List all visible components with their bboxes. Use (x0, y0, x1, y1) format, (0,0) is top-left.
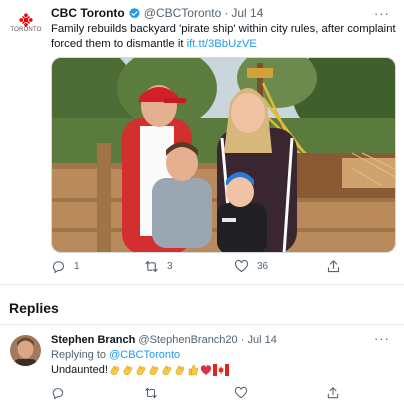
family-photo-image (52, 58, 395, 252)
heart-icon[interactable] (234, 386, 248, 400)
separator-dot: · (224, 6, 229, 20)
divider (0, 324, 404, 325)
cbc-toronto-avatar[interactable]: TORONTO (8, 11, 44, 47)
red-heart-icon (200, 365, 212, 375)
replying-to: Replying to @CBCToronto (51, 349, 180, 361)
retweet-icon (145, 260, 158, 273)
reply-header: Stephen Branch @StephenBranch20 · Jul 14 (51, 334, 277, 346)
share-icon (327, 260, 340, 273)
clapping-hands-icon (162, 365, 172, 376)
cbc-gem-logo-icon (19, 13, 33, 27)
clapping-hands-icon (123, 365, 133, 376)
reply-button[interactable]: 1 (51, 259, 80, 274)
reply-more-options-icon[interactable]: ··· (374, 331, 390, 346)
reply-text-content: Undaunted! (51, 364, 108, 376)
canada-flag-icon (212, 364, 229, 376)
separator-dot: · (240, 334, 245, 346)
clapping-hands-icon (110, 365, 120, 376)
replying-to-handle[interactable]: @CBCToronto (109, 349, 180, 361)
reply-count: 1 (74, 261, 80, 272)
reply-text: Undaunted! (51, 364, 229, 376)
like-button[interactable]: 36 (234, 259, 268, 274)
reply-icon[interactable] (51, 386, 65, 400)
tweet-text: Family rebuilds backyard 'pirate ship' w… (51, 22, 396, 51)
account-name[interactable]: CBC Toronto (51, 6, 125, 20)
reply-author-handle[interactable]: @StephenBranch20 (138, 334, 237, 346)
more-options-icon[interactable]: ··· (374, 6, 390, 21)
clapping-hands-icon (149, 365, 159, 376)
tweet-header: CBC Toronto @CBCToronto · Jul 14 (51, 6, 263, 20)
reply-avatar[interactable] (10, 335, 41, 366)
tweet-date[interactable]: Jul 14 (231, 6, 263, 20)
tweet-link[interactable]: ift.tt/3BbUzVE (187, 38, 257, 50)
replying-to-prefix: Replying to (51, 349, 110, 361)
heart-icon (234, 259, 249, 273)
clapping-hands-icon (136, 365, 146, 376)
thumbs-up-icon (188, 364, 198, 376)
clapping-hands-icon (175, 365, 185, 376)
retweet-count: 3 (167, 261, 173, 272)
reply-actions (0, 386, 404, 400)
retweet-icon[interactable] (144, 386, 158, 400)
avatar-brand-text: TORONTO (10, 27, 42, 33)
share-button[interactable] (326, 259, 341, 274)
divider (0, 284, 404, 285)
account-handle[interactable]: @CBCToronto (144, 6, 222, 20)
share-icon[interactable] (326, 386, 340, 400)
like-count: 36 (257, 261, 269, 272)
retweet-button[interactable]: 3 (144, 259, 173, 274)
tweet-actions: 1 3 36 (0, 259, 404, 277)
reply-author-name[interactable]: Stephen Branch (51, 334, 135, 346)
replies-heading: Replies (9, 300, 59, 316)
stephen-branch-avatar-image (10, 335, 41, 366)
tweet[interactable]: TORONTO CBC Toronto @CBCToronto · Jul 14… (0, 0, 404, 284)
tweet-photo[interactable] (51, 57, 396, 253)
reply-icon (52, 261, 65, 274)
reply-date[interactable]: Jul 14 (247, 334, 276, 346)
verified-badge-icon (129, 7, 140, 18)
